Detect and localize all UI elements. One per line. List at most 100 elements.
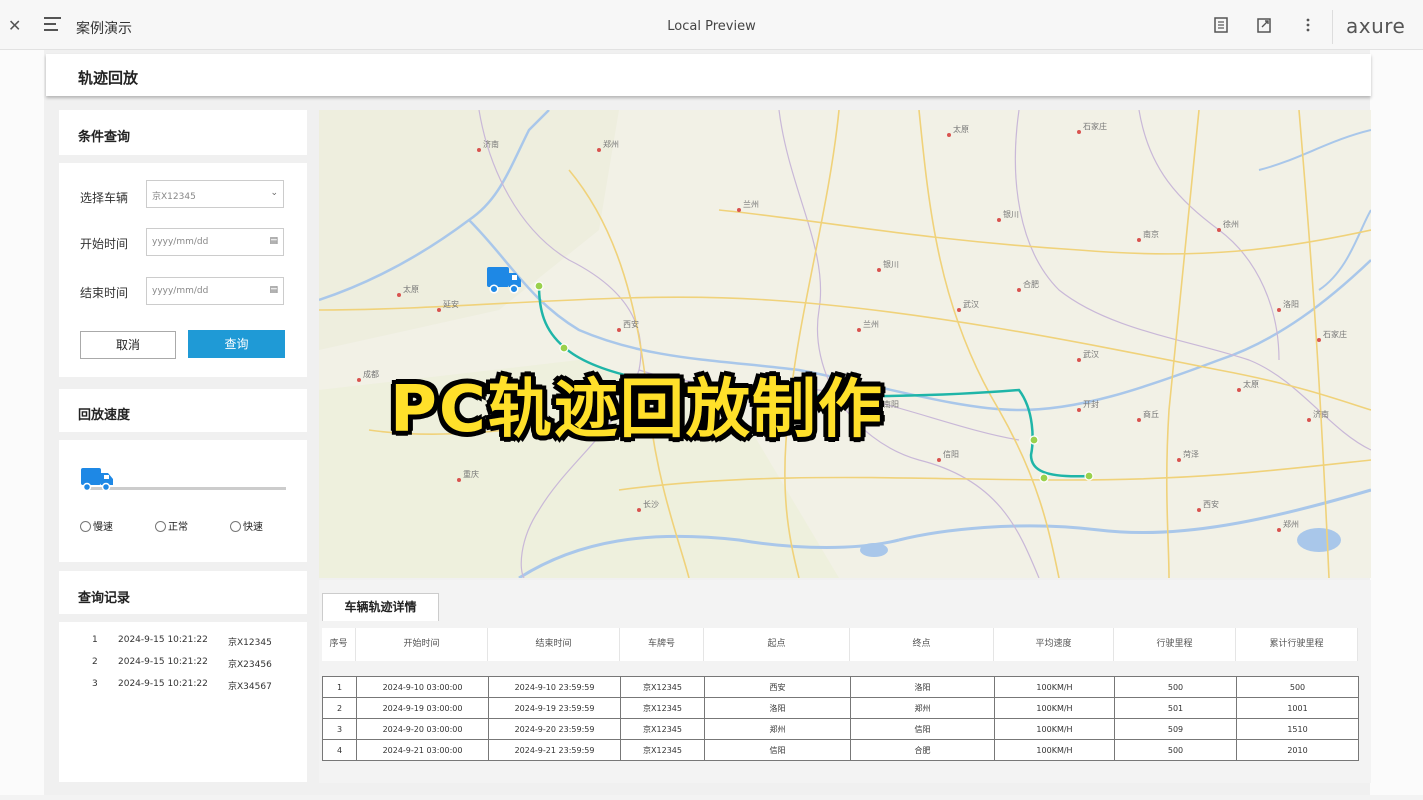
- table-cell: 3: [322, 718, 357, 740]
- table-cell: 郑州: [704, 718, 851, 740]
- city-label: 石家庄: [1083, 121, 1107, 131]
- speed-fast-radio[interactable]: 快速: [230, 518, 263, 533]
- table-cell: 信阳: [850, 718, 995, 740]
- column-header: 序号: [322, 628, 356, 661]
- table-cell: 100KM/H: [994, 718, 1115, 740]
- chevron-down-icon: ⌄: [270, 188, 278, 198]
- route-point[interactable]: [1084, 471, 1094, 481]
- table-header: 序号 开始时间 结束时间 车牌号 起点 终点 平均速度 行驶里程 累计行驶里程: [322, 628, 1358, 661]
- history-record-plate[interactable]: 京X34567: [228, 679, 272, 692]
- route-point[interactable]: [1039, 473, 1049, 483]
- table-cell: 500: [1236, 676, 1359, 698]
- history-record-time[interactable]: 2024-9-15 10:21:22: [118, 679, 208, 689]
- map-canvas: 太原 石家庄济南 郑州西安兰州银川武汉合肥南京徐州洛阳太原延安成都重庆长沙南阳信阳开…: [319, 110, 1371, 578]
- close-icon[interactable]: ✕: [8, 16, 21, 35]
- table-row[interactable]: 4 2024-9-21 03:00:00 2024-9-21 23:59:59 京X1…: [322, 739, 1359, 761]
- query-panel-title: 条件查询: [78, 130, 131, 145]
- vehicle-select[interactable]: 京X12345 ⌄: [146, 180, 284, 208]
- table-cell: 2024-9-20 03:00:00: [356, 718, 489, 740]
- history-record-time[interactable]: 2024-9-15 10:21:22: [118, 635, 208, 645]
- tab-vehicle-track-detail[interactable]: 车辆轨迹详情: [322, 593, 439, 621]
- history-record-index[interactable]: 2: [92, 657, 98, 667]
- speed-normal-radio[interactable]: 正常: [155, 518, 188, 533]
- table-cell: 2024-9-21 03:00:00: [356, 739, 489, 761]
- export-icon[interactable]: [1255, 16, 1273, 34]
- city-label: 兰州: [743, 199, 759, 209]
- city-label: 长沙: [643, 499, 659, 509]
- more-icon[interactable]: [1299, 16, 1317, 34]
- city-marker: [937, 458, 941, 462]
- history-record-plate[interactable]: 京X12345: [228, 635, 272, 648]
- city-label: 郑州: [1283, 519, 1299, 529]
- table-cell: 西安: [704, 676, 851, 698]
- history-record-index[interactable]: 1: [92, 635, 98, 645]
- city-label: 济南: [483, 139, 499, 149]
- table-cell: 500: [1114, 676, 1237, 698]
- table-cell: 2024-9-10 03:00:00: [356, 676, 489, 698]
- route-point[interactable]: [534, 281, 544, 291]
- table-row[interactable]: 1 2024-9-10 03:00:00 2024-9-10 23:59:59 京X1…: [322, 676, 1359, 698]
- city-marker: [477, 148, 481, 152]
- speed-panel-body: [59, 440, 307, 562]
- document-icon[interactable]: [1212, 16, 1230, 34]
- app-title: 案例演示: [76, 21, 132, 37]
- table-cell: 2024-9-10 23:59:59: [488, 676, 621, 698]
- city-label: 合肥: [1023, 279, 1039, 289]
- speed-slow-radio[interactable]: 慢速: [80, 518, 113, 533]
- city-label: 武汉: [1083, 349, 1099, 359]
- column-header: 起点: [704, 628, 850, 661]
- city-label: 信阳: [943, 449, 959, 459]
- column-header: 累计行驶里程: [1236, 628, 1358, 661]
- map-view[interactable]: 太原 石家庄 济南 郑州 西安 兰州 银川 武汉 合肥 南京 徐州 洛阳 太原 延安 成都 重庆 长沙 南阳 信阳开…: [319, 110, 1371, 578]
- query-button[interactable]: 查询: [188, 330, 285, 358]
- start-time-input[interactable]: yyyy/mm/dd ▤: [146, 228, 284, 256]
- brand-logo: axure: [1346, 14, 1406, 38]
- page-header: 轨迹回放: [46, 54, 1371, 96]
- speed-slow-label: 慢速: [93, 522, 113, 533]
- history-record-index[interactable]: 3: [92, 679, 98, 689]
- route-point[interactable]: [559, 343, 569, 353]
- history-record-plate[interactable]: 京X23456: [228, 657, 272, 670]
- history-record-time[interactable]: 2024-9-15 10:21:22: [118, 657, 208, 667]
- city-marker: [637, 508, 641, 512]
- page-title: 轨迹回放: [78, 69, 139, 87]
- city-marker: [857, 328, 861, 332]
- city-label: 南阳: [883, 399, 899, 409]
- city-marker: [1277, 528, 1281, 532]
- table-cell: 洛阳: [704, 697, 851, 719]
- column-header: 开始时间: [356, 628, 488, 661]
- column-header: 车牌号: [620, 628, 704, 661]
- city-marker: [1197, 508, 1201, 512]
- city-label: 西安: [1203, 499, 1219, 509]
- speed-normal-label: 正常: [168, 522, 188, 533]
- route-point[interactable]: [1029, 435, 1039, 445]
- radio-circle-icon: [155, 521, 166, 532]
- end-time-placeholder: yyyy/mm/dd: [152, 286, 209, 296]
- table-row[interactable]: 3 2024-9-20 03:00:00 2024-9-20 23:59:59 京X1…: [322, 718, 1359, 740]
- table-cell: 京X12345: [620, 697, 705, 719]
- playback-slider[interactable]: [84, 487, 286, 490]
- city-marker: [997, 218, 1001, 222]
- menu-icon[interactable]: [44, 17, 61, 31]
- table-cell: 2024-9-20 23:59:59: [488, 718, 621, 740]
- query-panel-header: 条件查询: [59, 110, 307, 155]
- cancel-button[interactable]: 取消: [80, 331, 176, 359]
- table-cell: 信阳: [704, 739, 851, 761]
- city-marker: [1137, 238, 1141, 242]
- city-label: 太原: [1243, 379, 1259, 389]
- city-marker: [1137, 418, 1141, 422]
- city-marker: [597, 148, 601, 152]
- center-title: Local Preview: [667, 19, 756, 34]
- city-label: 重庆: [463, 469, 479, 479]
- city-label: 银川: [883, 259, 899, 269]
- table-cell: 2024-9-19 23:59:59: [488, 697, 621, 719]
- table-row[interactable]: 2 2024-9-19 03:00:00 2024-9-19 23:59:59 京X1…: [322, 697, 1359, 719]
- end-time-input[interactable]: yyyy/mm/dd ▤: [146, 277, 284, 305]
- column-header: 结束时间: [488, 628, 620, 661]
- radio-circle-icon: [80, 521, 91, 532]
- city-marker: [1307, 418, 1311, 422]
- table-cell: 501: [1114, 697, 1237, 719]
- city-marker: [1237, 388, 1241, 392]
- truck-icon[interactable]: [80, 465, 114, 493]
- table-cell: 500: [1114, 739, 1237, 761]
